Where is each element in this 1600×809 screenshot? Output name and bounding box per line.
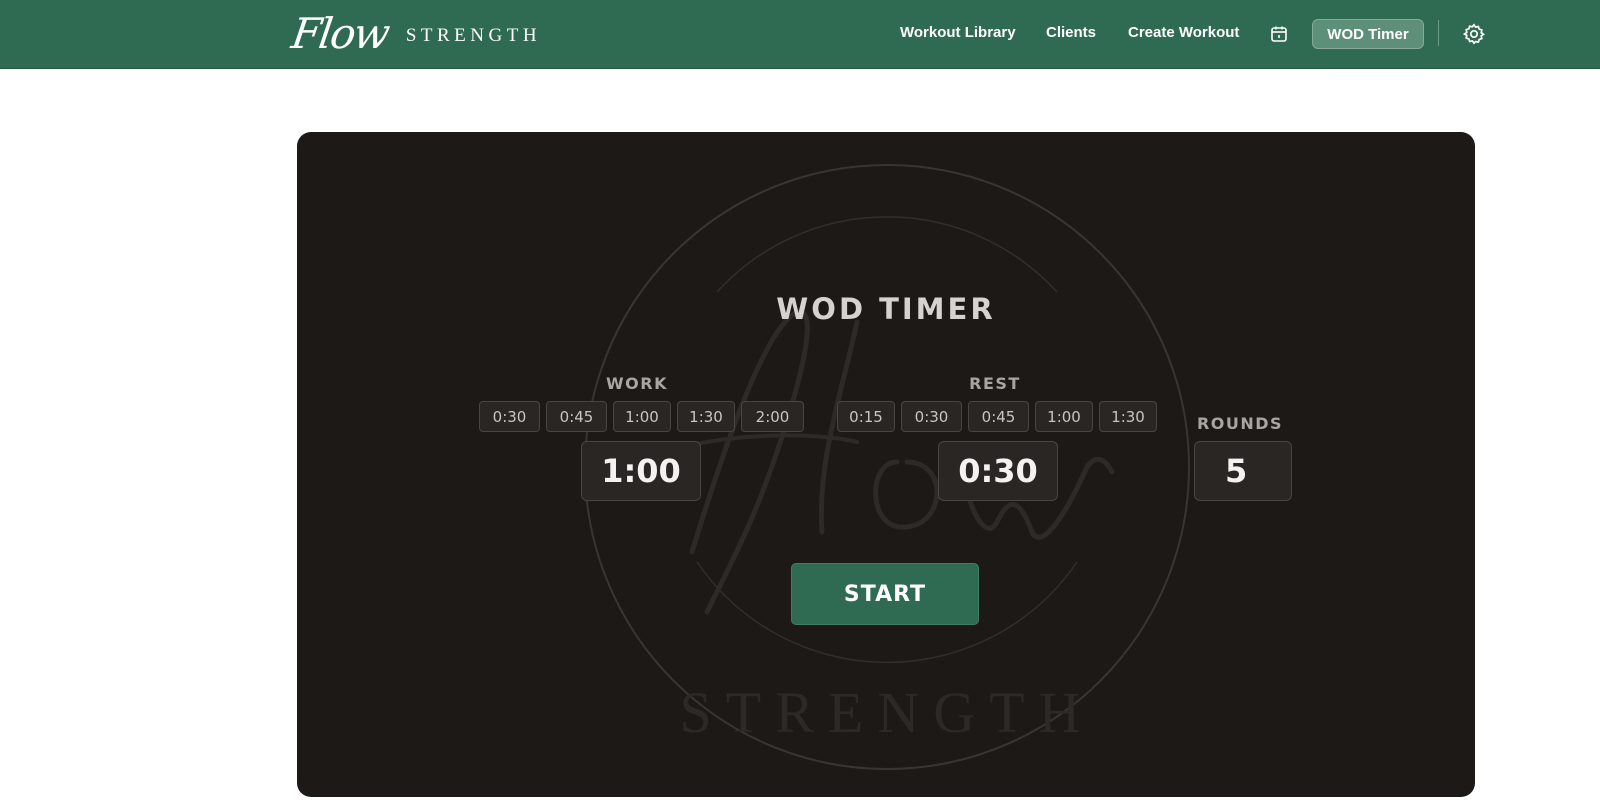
rest-preset-button[interactable]: 1:00 (1035, 401, 1093, 432)
logo-wordmark: STRENGTH (405, 25, 542, 46)
work-preset-button[interactable]: 2:00 (741, 401, 804, 432)
nav-workout-library[interactable]: Workout Library (900, 24, 1016, 41)
rest-preset-button[interactable]: 1:30 (1099, 401, 1157, 432)
gear-icon[interactable] (1462, 22, 1486, 46)
wod-timer-card: STRENGTH WOD TIMER WORK 0:30 0:45 1:00 1… (297, 132, 1475, 797)
timer-title: WOD TIMER (776, 292, 996, 326)
start-button[interactable]: START (791, 563, 979, 625)
rounds-input[interactable]: 5 (1194, 441, 1292, 501)
nav-create-workout[interactable]: Create Workout (1128, 24, 1239, 41)
logo-script: Flow (288, 9, 392, 58)
work-preset-button[interactable]: 0:30 (479, 401, 540, 432)
rest-preset-button[interactable]: 0:45 (968, 401, 1029, 432)
rest-label: REST (969, 374, 1021, 393)
work-preset-button[interactable]: 1:30 (677, 401, 735, 432)
rest-presets: 0:15 0:30 0:45 1:00 1:30 (837, 401, 1157, 432)
top-navbar: Flow STRENGTH Workout Library Clients Cr… (0, 0, 1600, 69)
nav-clients[interactable]: Clients (1046, 24, 1096, 41)
rest-preset-button[interactable]: 0:30 (901, 401, 962, 432)
work-time-display[interactable]: 1:00 (581, 441, 701, 501)
watermark-wordmark: STRENGTH (680, 680, 1095, 745)
nav-divider (1438, 20, 1439, 46)
work-label: WORK (606, 374, 668, 393)
calendar-icon[interactable] (1269, 24, 1289, 44)
rest-preset-button[interactable]: 0:15 (837, 401, 895, 432)
flow-strength-watermark: STRENGTH (584, 164, 1190, 770)
rest-time-display[interactable]: 0:30 (938, 441, 1058, 501)
work-presets: 0:30 0:45 1:00 1:30 2:00 (479, 401, 804, 432)
rounds-label: ROUNDS (1196, 414, 1284, 433)
work-preset-button[interactable]: 0:45 (546, 401, 607, 432)
nav-wod-timer[interactable]: WOD Timer (1312, 19, 1424, 49)
brand-logo[interactable]: Flow STRENGTH (288, 6, 542, 62)
work-preset-button[interactable]: 1:00 (613, 401, 671, 432)
